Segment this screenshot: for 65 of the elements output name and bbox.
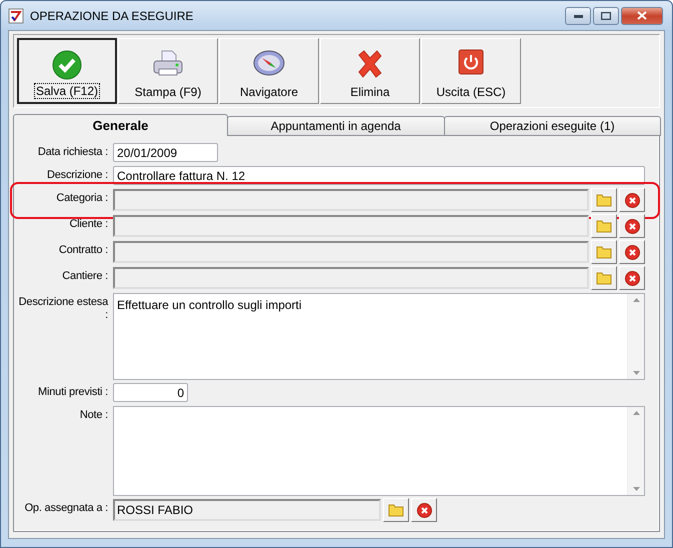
folder-icon — [596, 219, 612, 233]
field-label: Data richiesta : — [36, 145, 108, 160]
clear-button[interactable] — [619, 266, 645, 290]
number-field[interactable]: 0 — [113, 383, 188, 402]
clear-button[interactable] — [619, 188, 645, 212]
toolbar-button[interactable]: Stampa (F9) — [118, 38, 218, 104]
clear-button[interactable] — [619, 240, 645, 264]
clear-button[interactable] — [619, 214, 645, 238]
maximize-button[interactable] — [593, 6, 619, 24]
toolbar-button[interactable]: Salva (F12) — [17, 38, 117, 104]
tab[interactable]: Appuntamenti in agenda — [227, 116, 444, 136]
close-icon — [637, 11, 647, 20]
clear-button[interactable] — [411, 498, 437, 522]
scroll-up-icon[interactable] — [632, 298, 640, 302]
date-field[interactable]: 20/01/2009 — [113, 143, 218, 162]
clear-icon — [416, 502, 432, 518]
field-label: Descrizione : — [46, 168, 108, 183]
folder-icon — [596, 271, 612, 285]
browse-button[interactable] — [591, 266, 617, 290]
lookup-field[interactable] — [113, 241, 589, 263]
scroll-down-icon[interactable] — [632, 371, 640, 375]
printer-icon — [152, 49, 184, 77]
clear-icon — [624, 244, 640, 260]
memo-field[interactable] — [113, 406, 645, 496]
field-label: Note : — [78, 408, 108, 423]
scroll-up-icon[interactable] — [632, 411, 640, 415]
lookup-field[interactable] — [113, 267, 589, 289]
clear-icon — [624, 270, 640, 286]
toolbar-button[interactable]: Uscita (ESC) — [421, 38, 521, 104]
field-label: Categoria : — [55, 191, 108, 206]
scrollbar[interactable] — [627, 294, 644, 379]
minimize-icon — [574, 14, 582, 18]
field-label: Contratto : — [58, 243, 108, 258]
lookup-field[interactable]: ROSSI FABIO — [113, 499, 381, 521]
minimize-button[interactable] — [565, 6, 591, 24]
compass-icon — [253, 49, 285, 77]
folder-icon — [596, 193, 612, 207]
scrollbar[interactable] — [627, 407, 644, 495]
clear-icon — [624, 192, 640, 208]
check-icon — [52, 50, 82, 80]
browse-button[interactable] — [591, 214, 617, 238]
field-label: Cliente : — [68, 217, 108, 232]
browse-button[interactable] — [383, 498, 409, 522]
maximize-icon — [601, 12, 611, 20]
power-icon — [458, 49, 484, 75]
lookup-field[interactable] — [113, 215, 589, 237]
browse-button[interactable] — [591, 240, 617, 264]
toolbar-button[interactable]: Navigatore — [219, 38, 319, 104]
close-button[interactable] — [621, 6, 663, 24]
scroll-down-icon[interactable] — [632, 487, 640, 491]
lookup-field[interactable] — [113, 189, 589, 211]
field-label: Descrizione estesa : — [18, 295, 108, 323]
tab[interactable]: Generale — [13, 114, 228, 136]
field-label: Minuti previsti : — [37, 385, 108, 400]
folder-icon — [388, 503, 404, 517]
tab[interactable]: Operazioni eseguite (1) — [444, 116, 661, 136]
app-icon — [8, 8, 24, 24]
field-label: Cantiere : — [61, 269, 108, 284]
clear-icon — [624, 218, 640, 234]
folder-icon — [596, 245, 612, 259]
memo-field[interactable]: Effettuare un controllo sugli importi — [113, 293, 645, 380]
toolbar-button[interactable]: Elimina — [320, 38, 420, 104]
browse-button[interactable] — [591, 188, 617, 212]
field-label: Op. assegnata a : — [24, 501, 108, 516]
window-title: OPERAZIONE DA ESEGUIRE — [30, 8, 194, 22]
